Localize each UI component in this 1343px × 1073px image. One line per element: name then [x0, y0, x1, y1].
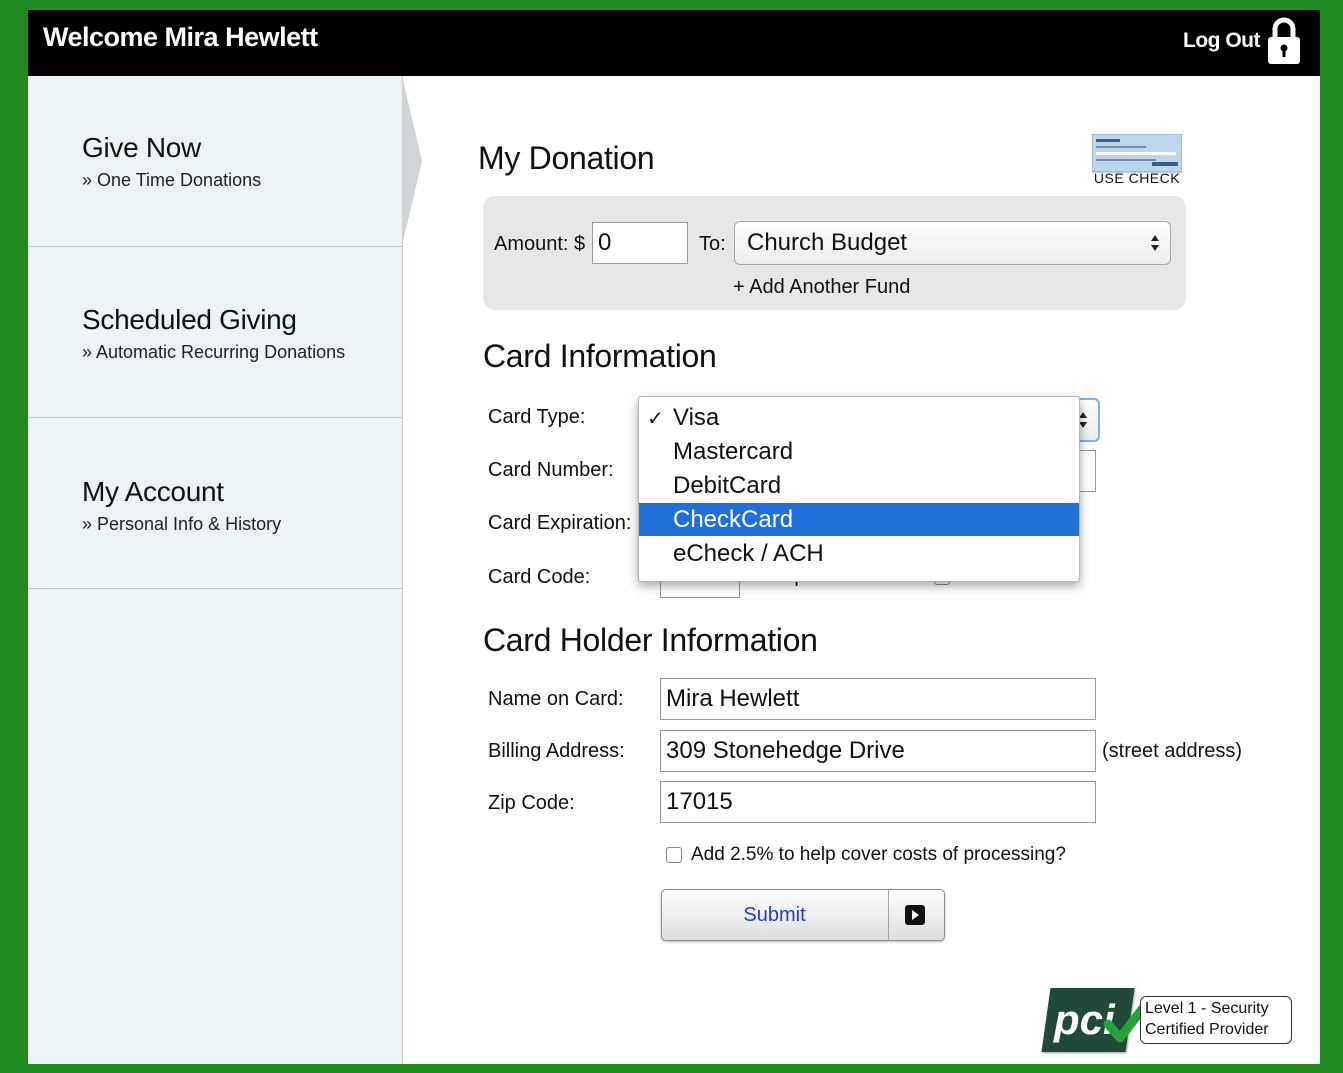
updown-arrows-icon	[1151, 235, 1159, 251]
top-bar: Welcome Mira Hewlett Log Out	[28, 10, 1320, 76]
amount-input[interactable]	[592, 222, 688, 264]
donation-panel: Amount: $ To: Church Budget + Add Anothe…	[483, 196, 1186, 310]
billing-address-label: Billing Address:	[488, 740, 625, 762]
to-label: To:	[699, 233, 726, 255]
pci-badge-box: Level 1 - Security Certified Provider	[1140, 996, 1292, 1044]
fund-select-value: Church Budget	[747, 229, 908, 256]
donation-title: My Donation	[478, 140, 655, 176]
pci-badge: pci Level 1 - Security Certified Provide…	[1041, 988, 1292, 1054]
processing-fee-label: Add 2.5% to help cover costs of processi…	[691, 844, 1066, 865]
submit-separator	[888, 890, 889, 940]
sidebar-item-subtitle: » Automatic Recurring Donations	[82, 342, 346, 362]
welcome-text: Welcome Mira Hewlett	[43, 22, 318, 52]
sidebar-item-title: Give Now	[82, 132, 201, 163]
submit-arrow-icon	[905, 905, 925, 925]
zip-code-label: Zip Code:	[488, 792, 575, 814]
use-check-label: USE CHECK	[1093, 170, 1181, 186]
sidebar: Give Now » One Time Donations Scheduled …	[28, 76, 403, 1064]
sidebar-item-my-account[interactable]: My Account » Personal Info & History	[28, 418, 402, 589]
submit-label: Submit	[743, 904, 806, 926]
sidebar-item-title: Scheduled Giving	[82, 304, 297, 335]
option-label: Mastercard	[673, 438, 794, 465]
card-type-option-checkcard[interactable]: CheckCard	[639, 503, 1079, 536]
app-frame: Welcome Mira Hewlett Log Out Give Now » …	[28, 10, 1320, 1064]
logout-button[interactable]: Log Out	[1183, 16, 1302, 66]
pci-badge-line1: Level 1 - Security	[1145, 1000, 1269, 1017]
main-content: My Donation USE CHECK Amount: $ To: Chur…	[402, 76, 1320, 1064]
lock-icon	[1268, 17, 1300, 64]
card-type-option-debitcard[interactable]: DebitCard	[639, 469, 1079, 502]
amount-label: Amount: $	[494, 233, 586, 255]
pci-badge-line2: Certified Provider	[1145, 1021, 1269, 1038]
address-hint: (street address)	[1102, 740, 1243, 762]
card-expiration-label: Card Expiration:	[488, 512, 632, 534]
name-on-card-input[interactable]	[660, 678, 1096, 720]
card-type-option-visa[interactable]: ✓ Visa	[639, 401, 1079, 434]
card-number-label: Card Number:	[488, 459, 614, 481]
card-type-option-echeck[interactable]: eCheck / ACH	[639, 537, 1079, 570]
billing-address-input[interactable]	[660, 730, 1096, 772]
card-type-option-mastercard[interactable]: Mastercard	[639, 435, 1079, 468]
zip-code-input[interactable]	[660, 781, 1096, 823]
add-fund-link[interactable]: + Add Another Fund	[733, 276, 910, 299]
card-info-title: Card Information	[483, 338, 717, 374]
sidebar-item-title: My Account	[82, 476, 224, 507]
sidebar-item-give-now[interactable]: Give Now » One Time Donations	[28, 76, 402, 247]
card-holder-title: Card Holder Information	[483, 622, 818, 658]
sidebar-item-subtitle: » One Time Donations	[82, 170, 262, 190]
fund-select[interactable]: Church Budget	[734, 221, 1171, 265]
sidebar-item-subtitle: » Personal Info & History	[82, 514, 282, 534]
option-label: DebitCard	[673, 472, 782, 499]
option-label: Visa	[673, 404, 720, 431]
card-type-dropdown-list: ✓ Visa Mastercard DebitCard CheckCard eC…	[638, 396, 1080, 582]
use-check-button[interactable]: USE CHECK	[1091, 133, 1183, 190]
card-type-label: Card Type:	[488, 406, 586, 428]
submit-button[interactable]: Submit	[661, 889, 945, 941]
logout-label: Log Out	[1183, 29, 1260, 52]
checkmark-icon: ✓	[647, 408, 664, 430]
name-on-card-label: Name on Card:	[488, 688, 624, 710]
sidebar-item-scheduled-giving[interactable]: Scheduled Giving » Automatic Recurring D…	[28, 247, 402, 418]
option-label: CheckCard	[673, 506, 794, 533]
check-image-icon	[1091, 133, 1183, 173]
option-label: eCheck / ACH	[673, 540, 824, 567]
card-code-label: Card Code:	[488, 566, 591, 588]
processing-fee-checkbox[interactable]	[666, 847, 682, 863]
